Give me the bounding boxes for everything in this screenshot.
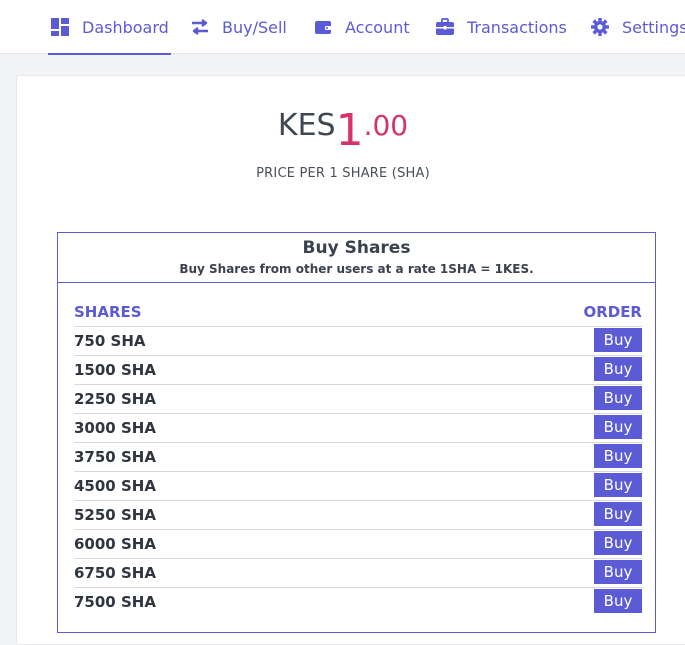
gear-icon — [590, 17, 610, 37]
buy-button[interactable]: Buy — [594, 386, 642, 410]
share-quantity: 2250 SHA — [74, 390, 156, 408]
share-price: KES1.00 — [0, 105, 685, 156]
nav-settings[interactable]: Settings — [590, 0, 685, 54]
nav-label: Dashboard — [82, 17, 169, 37]
nav-label: Transactions — [467, 17, 567, 37]
buy-button[interactable]: Buy — [594, 560, 642, 584]
briefcase-icon — [435, 17, 455, 37]
share-quantity: 6750 SHA — [74, 564, 156, 582]
buy-button[interactable]: Buy — [594, 473, 642, 497]
nav-account[interactable]: Account — [313, 0, 410, 54]
buy-button[interactable]: Buy — [594, 502, 642, 526]
table-row: 6750 SHA Buy — [74, 558, 642, 587]
table-row: 750 SHA Buy — [74, 326, 642, 355]
share-quantity: 1500 SHA — [74, 361, 156, 379]
buy-shares-subtitle: Buy Shares from other users at a rate 1S… — [179, 262, 534, 276]
price-caption: PRICE PER 1 SHARE (SHA) — [256, 166, 430, 181]
nav-transactions[interactable]: Transactions — [435, 0, 567, 54]
buy-button[interactable]: Buy — [594, 415, 642, 439]
buy-shares-title: Buy Shares — [302, 238, 411, 258]
nav-buy-sell[interactable]: Buy/Sell — [190, 0, 287, 54]
buy-shares-panel: Buy Shares Buy Shares from other users a… — [57, 232, 656, 633]
price-decimal: .00 — [363, 109, 409, 142]
share-quantity: 5250 SHA — [74, 506, 156, 524]
table-row: 2250 SHA Buy — [74, 384, 642, 413]
table-row: 3750 SHA Buy — [74, 442, 642, 471]
buy-button[interactable]: Buy — [594, 531, 642, 555]
table-row: 4500 SHA Buy — [74, 471, 642, 500]
buy-button[interactable]: Buy — [594, 357, 642, 381]
price-currency: KES — [277, 108, 336, 143]
share-quantity: 7500 SHA — [74, 593, 156, 611]
table-row: 3000 SHA Buy — [74, 413, 642, 442]
exchange-arrows-icon — [190, 17, 210, 37]
shares-list: 750 SHA Buy 1500 SHA Buy 2250 SHA Buy 3000 SHA… — [74, 326, 642, 616]
share-quantity: 750 SHA — [74, 332, 146, 350]
table-row: 5250 SHA Buy — [74, 500, 642, 529]
column-header-shares: SHARES — [74, 303, 142, 321]
wallet-icon — [313, 17, 333, 37]
nav-label: Account — [345, 17, 410, 37]
share-quantity: 4500 SHA — [74, 477, 156, 495]
buy-button[interactable]: Buy — [594, 444, 642, 468]
dashboard-icon — [50, 17, 70, 37]
share-quantity: 3000 SHA — [74, 419, 156, 437]
buy-shares-header: Buy Shares Buy Shares from other users a… — [58, 233, 655, 283]
nav-label: Buy/Sell — [222, 17, 287, 37]
share-quantity: 6000 SHA — [74, 535, 156, 553]
buy-button[interactable]: Buy — [594, 589, 642, 613]
table-row: 6000 SHA Buy — [74, 529, 642, 558]
table-row: 1500 SHA Buy — [74, 355, 642, 384]
share-quantity: 3750 SHA — [74, 448, 156, 466]
top-navigation: Dashboard Buy/Sell Account Transactions … — [0, 0, 685, 55]
buy-button[interactable]: Buy — [594, 328, 642, 352]
column-header-order: ORDER — [583, 303, 642, 321]
nav-label: Settings — [622, 17, 685, 37]
table-row: 7500 SHA Buy — [74, 587, 642, 616]
price-integer: 1 — [335, 105, 364, 156]
nav-dashboard[interactable]: Dashboard — [48, 0, 171, 55]
